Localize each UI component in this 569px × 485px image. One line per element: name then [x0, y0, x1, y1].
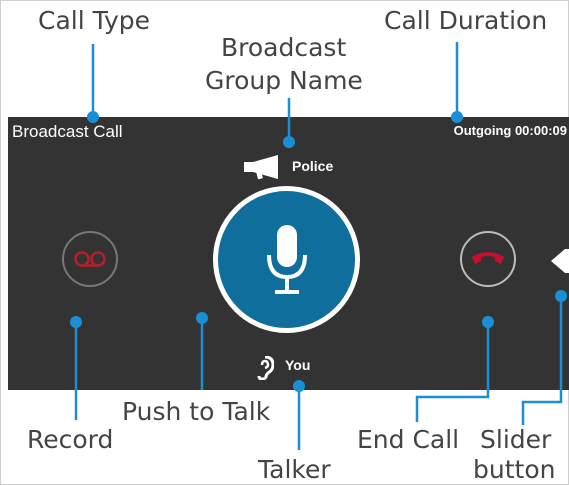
talker-dot	[293, 380, 305, 392]
push-to-talk-dot	[196, 312, 208, 324]
annotation-slider-line2: button	[473, 455, 556, 484]
call-duration-dot	[451, 111, 463, 123]
call-type-dot	[87, 111, 99, 123]
annotation-end-call: End Call	[357, 425, 460, 454]
end-call-dot	[482, 316, 494, 328]
annotation-group-name-line1: Broadcast	[221, 33, 347, 62]
annotation-push-to-talk: Push to Talk	[122, 397, 271, 426]
slider-dot	[555, 290, 567, 302]
annotation-group-name-line2: Group Name	[205, 66, 363, 95]
annotation-record: Record	[27, 425, 114, 454]
annotation-slider-line1: Slider	[480, 425, 552, 454]
annotation-talker: Talker	[258, 455, 331, 484]
annotation-call-type: Call Type	[38, 6, 151, 35]
slider-callout	[521, 296, 563, 425]
record-dot	[70, 316, 82, 328]
end-call-callout	[415, 322, 490, 422]
group-name-dot	[283, 136, 295, 148]
annotation-call-duration: Call Duration	[384, 6, 548, 35]
